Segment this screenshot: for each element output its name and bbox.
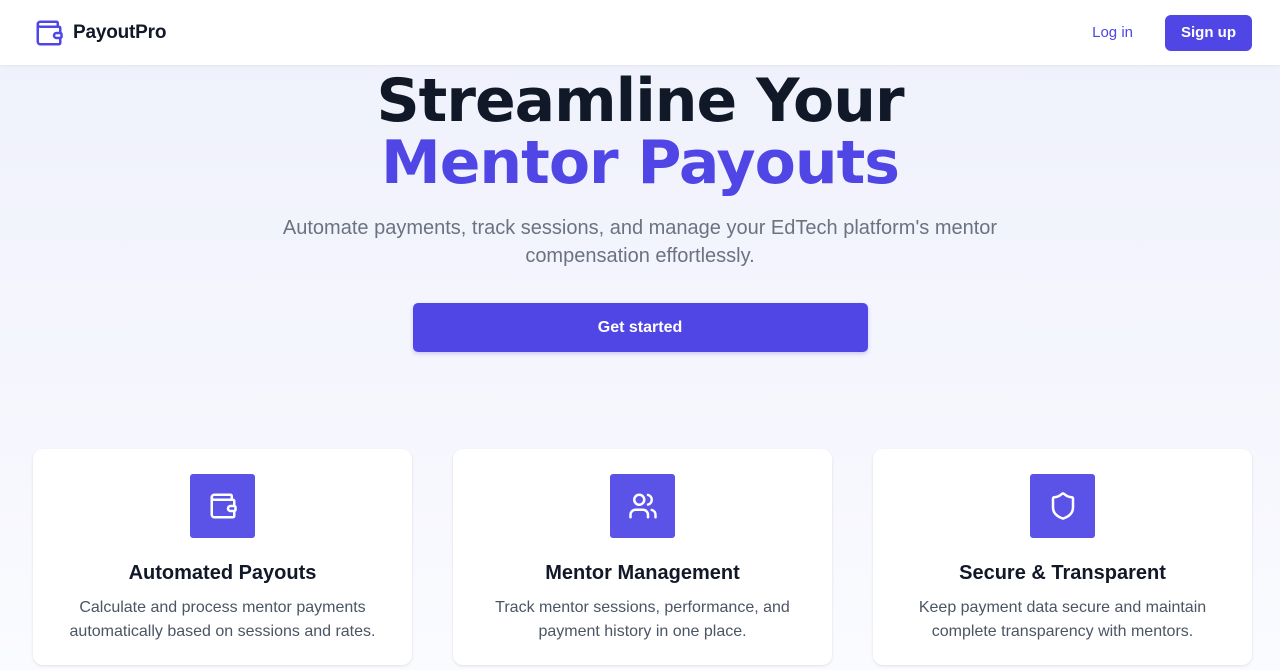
- nav-actions: Log in Sign up: [1092, 14, 1252, 51]
- hero-subtitle: Automate payments, track sessions, and m…: [282, 217, 998, 267]
- hero-title-line-2: Mentor Payouts: [381, 128, 900, 198]
- hero-title: Streamline Your Mentor Payouts: [0, 70, 1280, 194]
- feature-icon-box: [1030, 474, 1095, 538]
- feature-description: Keep payment data secure and maintain co…: [918, 599, 1207, 640]
- hero-title-line-1: Streamline Your: [376, 66, 904, 136]
- feature-card-automated-payouts: Automated Payouts Calculate and process …: [33, 449, 412, 665]
- navbar: PayoutPro Log in Sign up: [0, 0, 1280, 65]
- shield-icon: [1051, 492, 1074, 520]
- features-section: Automated Payouts Calculate and process …: [33, 449, 1252, 665]
- users-icon: [628, 493, 657, 519]
- wallet-icon: [36, 20, 63, 45]
- feature-title: Automated Payouts: [128, 562, 317, 584]
- feature-card-mentor-management: Mentor Management Track mentor sessions,…: [453, 449, 832, 665]
- wallet-icon: [210, 493, 237, 519]
- get-started-button[interactable]: Get started: [412, 303, 868, 352]
- feature-description: Track mentor sessions, performance, and …: [495, 599, 790, 640]
- brand-name: PayoutPro: [73, 21, 167, 43]
- login-link[interactable]: Log in: [1092, 24, 1133, 41]
- feature-icon-box: [610, 474, 675, 538]
- feature-card-secure-transparent: Secure & Transparent Keep payment data s…: [873, 449, 1252, 665]
- hero-section: Streamline Your Mentor Payouts Automate …: [0, 70, 1280, 352]
- brand-logo[interactable]: PayoutPro: [34, 18, 166, 48]
- feature-title: Mentor Management: [545, 562, 740, 584]
- feature-title: Secure & Transparent: [959, 562, 1166, 584]
- feature-icon-box: [190, 474, 255, 538]
- feature-description: Calculate and process mentor payments au…: [69, 599, 376, 640]
- signup-button[interactable]: Sign up: [1165, 14, 1252, 51]
